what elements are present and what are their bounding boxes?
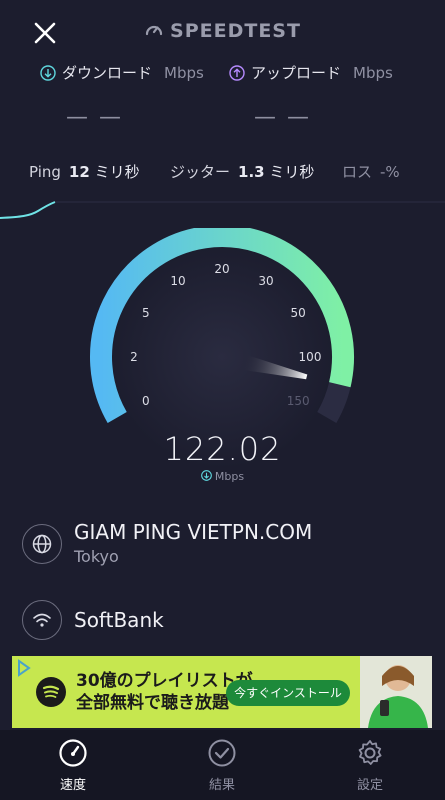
jitter-value-group: 1.3 ミリ秒 — [238, 161, 314, 182]
ping-value-group: 12 ミリ秒 — [69, 161, 140, 182]
wifi-icon — [22, 600, 62, 640]
gear-icon — [358, 740, 382, 765]
gauge-tick-label: 5 — [142, 306, 150, 320]
ad-install-button[interactable]: 今すぐインストール — [226, 680, 350, 706]
ping-label: Ping — [29, 163, 61, 181]
stats-row: Ping 12 ミリ秒 ジッター 1.3 ミリ秒 ロス -% — [0, 161, 445, 185]
upload-arrow-icon — [229, 64, 245, 81]
ad-choice-icon[interactable] — [12, 656, 34, 680]
upload-unit: Mbps — [353, 63, 393, 82]
header: SPEEDTEST — [0, 0, 445, 62]
ping-graph — [0, 201, 445, 219]
speedometer-icon — [59, 739, 87, 767]
download-unit: Mbps — [164, 63, 204, 82]
brand-label: SPEEDTEST — [170, 20, 301, 42]
gauge-tick-label: 2 — [130, 350, 138, 364]
jitter-value: 1.3 — [238, 163, 265, 181]
upload-value: — — — [254, 105, 311, 130]
app-title: SPEEDTEST — [0, 20, 445, 42]
ping-value: 12 — [68, 163, 90, 181]
spotify-logo — [36, 677, 66, 707]
gauge-tick-label: 10 — [170, 274, 185, 288]
ad-image — [360, 656, 432, 728]
loss-label: ロス — [342, 163, 373, 181]
jitter-stat: ジッター 1.3 ミリ秒 — [170, 161, 314, 182]
jitter-unit: ミリ秒 — [269, 163, 315, 181]
speedometer-icon — [145, 25, 163, 36]
tab-settings[interactable]: 設定 — [315, 738, 425, 793]
loss-stat: ロス -% — [342, 161, 400, 182]
isp-info: SoftBank — [0, 596, 445, 646]
upload-label-text: アップロード — [251, 64, 342, 82]
download-arrow-icon — [40, 64, 56, 81]
gauge-tick-label: 0 — [142, 394, 150, 408]
gauge-tick-label: 100 — [299, 350, 322, 364]
ad-banner[interactable]: 30億のプレイリストが 全部無料で聴き放題 今すぐインストール — [12, 656, 432, 728]
server-selector[interactable]: GIAM PING VIETPN.COM Tokyo — [0, 512, 445, 578]
ping-stat: Ping 12 ミリ秒 — [29, 161, 140, 182]
gauge-tick-label: 20 — [214, 262, 229, 276]
globe-icon — [22, 524, 62, 564]
server-location: Tokyo — [74, 547, 119, 566]
gauge-tick-label: 30 — [258, 274, 273, 288]
server-name: GIAM PING VIETPN.COM — [74, 520, 313, 544]
upload-label: アップロード Mbps — [229, 62, 393, 83]
download-label: ダウンロード Mbps — [40, 62, 204, 83]
tab-speed-label: 速度 — [59, 778, 86, 793]
download-value: — — — [66, 105, 123, 130]
tab-settings-label: 設定 — [356, 778, 383, 793]
gauge-tick-label: 50 — [291, 306, 306, 320]
loss-value: -% — [380, 163, 400, 181]
gauge-unit: Mbps — [214, 470, 245, 483]
gauge-value: 122.02 — [163, 430, 282, 468]
check-circle-icon — [208, 739, 236, 767]
tab-results-label: 結果 — [208, 778, 235, 793]
gauge-unit-row: Mbps — [0, 470, 445, 483]
jitter-label: ジッター — [170, 163, 231, 181]
tab-bar: 速度 結果 設定 — [0, 730, 445, 800]
ping-unit: ミリ秒 — [94, 163, 140, 181]
gauge-tick-label: 150 — [287, 394, 310, 408]
tab-results[interactable]: 結果 — [167, 738, 277, 793]
isp-name: SoftBank — [74, 608, 164, 632]
download-label-text: ダウンロード — [62, 64, 153, 82]
result-labels: ダウンロード Mbps アップロード Mbps — [0, 62, 445, 88]
tab-speed[interactable]: 速度 — [18, 738, 128, 793]
download-arrow-icon — [201, 470, 212, 481]
